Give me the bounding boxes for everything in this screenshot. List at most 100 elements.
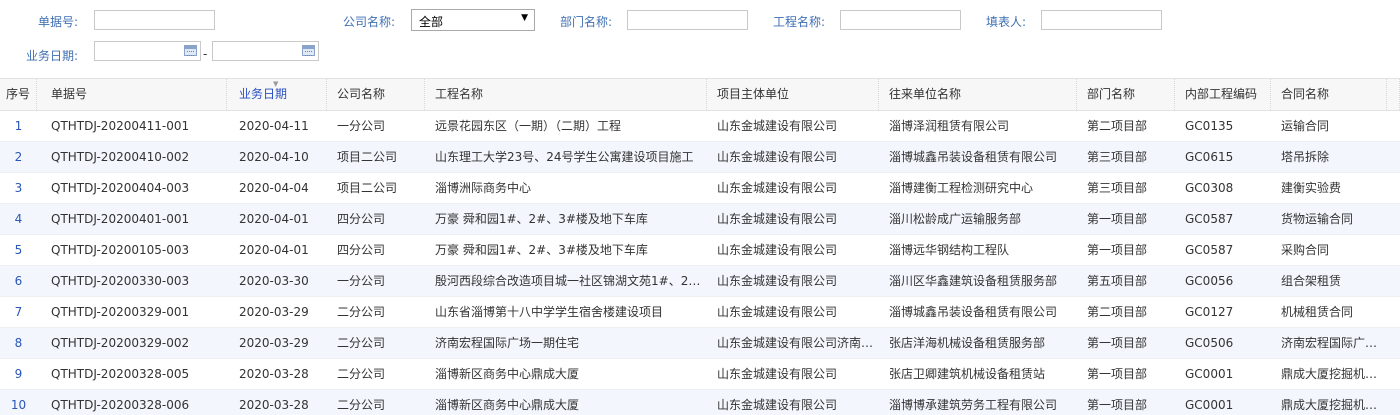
column-header[interactable]: 合同名称 (1271, 79, 1387, 110)
biz-date-cell: 2020-03-30 (239, 274, 309, 288)
row-index[interactable]: 3 (0, 173, 37, 203)
dept-cell: 第一项目部 (1087, 398, 1148, 412)
project-label: 工程名称: (773, 15, 826, 29)
doc-no-cell: QTHTDJ-20200404-003 (51, 181, 190, 195)
table-row[interactable]: 8 QTHTDJ-20200329-002 2020-03-29 二分公司 济南… (0, 328, 1400, 359)
dept-cell: 第三项目部 (1087, 150, 1148, 164)
row-index[interactable]: 5 (0, 235, 37, 265)
table-row[interactable]: 2 QTHTDJ-20200410-002 2020-04-10 项目二公司 山… (0, 142, 1400, 173)
company-select-value: 全部 (419, 15, 444, 29)
project-code-cell: GC0615 (1185, 150, 1234, 164)
date-from-input[interactable] (94, 41, 201, 61)
project-cell: 淄博洲际商务中心 (435, 181, 532, 195)
contract-cell: 塔吊拆除 (1281, 150, 1330, 164)
column-header[interactable]: 序号 (0, 79, 37, 110)
main-unit-cell: 山东金城建设有限公司 (717, 398, 838, 412)
calendar-icon[interactable] (302, 45, 315, 56)
project-code-cell: GC0506 (1185, 336, 1234, 350)
table-row[interactable]: 7 QTHTDJ-20200329-001 2020-03-29 二分公司 山东… (0, 297, 1400, 328)
column-header[interactable]: 公司名称 (327, 79, 425, 110)
biz-date-cell: 2020-04-11 (239, 119, 309, 133)
dept-cell: 第二项目部 (1087, 305, 1148, 319)
column-header[interactable]: 工程名称 (425, 79, 707, 110)
partner-cell: 淄博远华钢结构工程队 (889, 243, 1010, 257)
column-header[interactable]: 单据号 (37, 79, 227, 110)
row-index[interactable]: 2 (0, 142, 37, 172)
company-cell: 项目二公司 (337, 150, 398, 164)
column-header-sorted[interactable]: 业务日期 ▼ (227, 79, 327, 110)
main-unit-cell: 山东金城建设有限公司 (717, 274, 838, 288)
row-index[interactable]: 9 (0, 359, 37, 389)
table-row[interactable]: 1 QTHTDJ-20200411-001 2020-04-11 一分公司 远景… (0, 111, 1400, 142)
company-cell: 一分公司 (337, 119, 386, 133)
filler-input[interactable] (1041, 10, 1162, 30)
doc-no-cell: QTHTDJ-20200330-003 (51, 274, 190, 288)
doc-no-cell: QTHTDJ-20200328-005 (51, 367, 190, 381)
row-index[interactable]: 7 (0, 297, 37, 327)
row-index[interactable]: 6 (0, 266, 37, 296)
project-cell: 山东理工大学23号、24号学生公寓建设项目施工 (435, 150, 694, 164)
column-header[interactable]: 部门名称 (1077, 79, 1175, 110)
project-code-cell: GC0587 (1185, 212, 1234, 226)
column-header[interactable]: 内部工程编码 (1175, 79, 1271, 110)
row-index[interactable]: 4 (0, 204, 37, 234)
table-row[interactable]: 3 QTHTDJ-20200404-003 2020-04-04 项目二公司 淄… (0, 173, 1400, 204)
data-grid: 序号 单据号 业务日期 ▼ 公司名称 工程名称 项目主体单位 往来单位名称 部门… (0, 78, 1400, 415)
partner-cell: 淄博城鑫吊装设备租赁有限公司 (889, 150, 1058, 164)
main-unit-cell: 山东金城建设有限公司 (717, 181, 838, 195)
biz-date-cell: 2020-03-29 (239, 336, 309, 350)
table-row[interactable]: 4 QTHTDJ-20200401-001 2020-04-01 四分公司 万豪… (0, 204, 1400, 235)
dept-label: 部门名称: (560, 15, 613, 29)
project-code-cell: GC0308 (1185, 181, 1234, 195)
doc-no-cell: QTHTDJ-20200329-001 (51, 305, 190, 319)
main-unit-cell: 山东金城建设有限公司 (717, 150, 838, 164)
date-to-input[interactable] (212, 41, 319, 61)
main-unit-cell: 山东金城建设有限公司 (717, 243, 838, 257)
dept-cell: 第三项目部 (1087, 181, 1148, 195)
dept-cell: 第五项目部 (1087, 274, 1148, 288)
contract-cell: 鼎成大厦挖掘机租赁合同 (1281, 398, 1387, 412)
company-label: 公司名称: (343, 15, 396, 29)
row-index[interactable]: 8 (0, 328, 37, 358)
project-input[interactable] (840, 10, 961, 30)
table-row[interactable]: 6 QTHTDJ-20200330-003 2020-03-30 一分公司 殷河… (0, 266, 1400, 297)
table-row[interactable]: 10 QTHTDJ-20200328-006 2020-03-28 二分公司 淄… (0, 390, 1400, 415)
doc-no-cell: QTHTDJ-20200329-002 (51, 336, 190, 350)
dropdown-arrow-icon: ▼ (521, 13, 528, 23)
company-select[interactable]: 全部 ▼ (411, 9, 535, 31)
biz-date-cell: 2020-03-28 (239, 367, 309, 381)
sort-indicator-icon: ▼ (273, 80, 279, 88)
filler-label: 填表人: (986, 15, 1027, 29)
row-index[interactable]: 10 (0, 390, 37, 415)
dept-cell: 第二项目部 (1087, 119, 1148, 133)
company-cell: 项目二公司 (337, 181, 398, 195)
project-code-cell: GC0587 (1185, 243, 1234, 257)
biz-date-cell: 2020-04-04 (239, 181, 309, 195)
doc-no-cell: QTHTDJ-20200328-006 (51, 398, 190, 412)
calendar-icon[interactable] (184, 45, 197, 56)
partner-cell: 淄博城鑫吊装设备租赁有限公司 (889, 305, 1058, 319)
partner-cell: 淄川区华鑫建筑设备租赁服务部 (889, 274, 1058, 288)
table-row[interactable]: 9 QTHTDJ-20200328-005 2020-03-28 二分公司 淄博… (0, 359, 1400, 390)
main-unit-cell: 山东金城建设有限公司 (717, 212, 838, 226)
doc-no-cell: QTHTDJ-20200401-001 (51, 212, 190, 226)
column-header[interactable]: 项目主体单位 (707, 79, 879, 110)
biz-date-cell: 2020-04-10 (239, 150, 309, 164)
doc-no-cell: QTHTDJ-20200410-002 (51, 150, 190, 164)
table-row[interactable]: 5 QTHTDJ-20200105-003 2020-04-01 四分公司 万豪… (0, 235, 1400, 266)
company-cell: 二分公司 (337, 367, 386, 381)
row-index[interactable]: 1 (0, 111, 37, 141)
doc-no-input[interactable] (94, 10, 215, 30)
main-unit-cell: 山东金城建设有限公司 (717, 367, 838, 381)
contract-cell: 采购合同 (1281, 243, 1330, 257)
project-cell: 殷河西段综合改造项目城一社区锦湖文苑1#、2#楼及地下车库 (435, 274, 707, 288)
contract-cell: 组合架租赁 (1281, 274, 1342, 288)
main-unit-cell: 山东金城建设有限公司 (717, 119, 838, 133)
sorted-column-label: 业务日期 (239, 87, 288, 101)
contract-cell: 济南宏程国际广场一期住宅 (1281, 336, 1387, 350)
column-header[interactable]: 往来单位名称 (879, 79, 1077, 110)
project-cell: 万豪 舜和园1#、2#、3#楼及地下车库 (435, 243, 648, 257)
column-header-overflow (1387, 79, 1400, 110)
dept-input[interactable] (627, 10, 748, 30)
filter-panel: 单据号: 公司名称: 全部 ▼ 部门名称: 工程名称: 填表人: 业务日期: - (0, 0, 1400, 78)
